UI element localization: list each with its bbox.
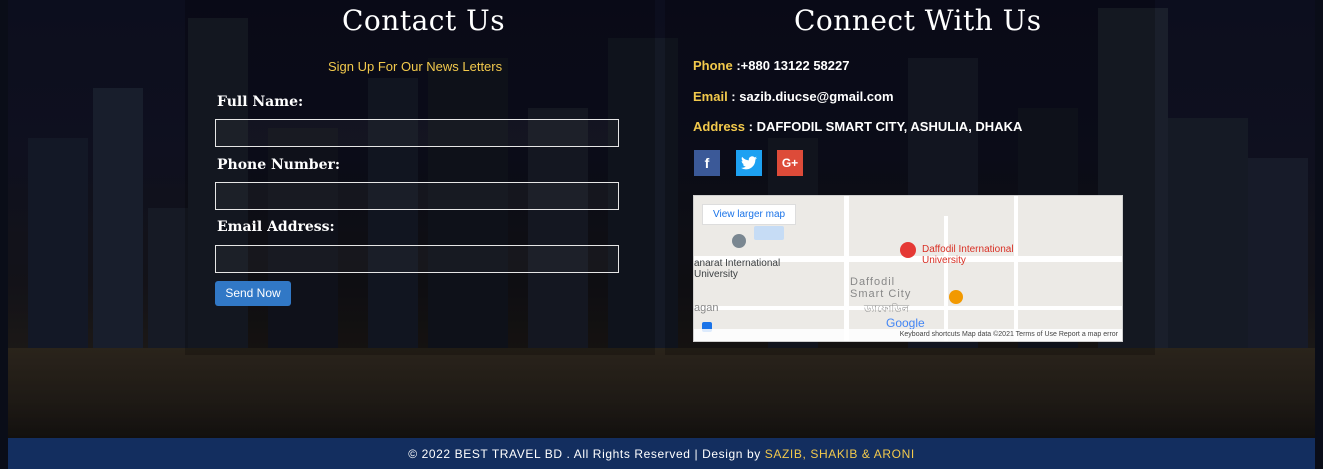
email-line: Email : sazib.diucse@gmail.com [693, 89, 894, 104]
full-name-input[interactable] [215, 119, 619, 147]
page: Contact Us Sign Up For Our News Letters … [0, 0, 1323, 469]
restaurant-icon [949, 290, 963, 304]
google-logo: Google [886, 316, 925, 330]
map-road [1014, 196, 1018, 341]
email-address-input[interactable] [215, 245, 619, 273]
map-road [944, 216, 948, 341]
connect-title: Connect With Us [794, 4, 1042, 37]
facebook-icon[interactable]: f [694, 150, 720, 176]
full-name-label: Full Name: [217, 94, 304, 110]
send-now-button[interactable]: Send Now [215, 281, 291, 306]
map-place-label: Daffodil International University [922, 244, 1014, 266]
address-line: Address : DAFFODIL SMART CITY, ASHULIA, … [693, 119, 1022, 134]
map-left-place: anarat International University [694, 258, 781, 280]
phone-number-label: Phone Number: [217, 157, 341, 173]
email-key: Email [693, 89, 728, 104]
email-value[interactable]: : sazib.diucse@gmail.com [728, 89, 893, 104]
map-road [844, 196, 849, 341]
google-plus-icon[interactable]: G+ [777, 150, 803, 176]
email-address-label: Email Address: [217, 219, 335, 235]
view-larger-map-link[interactable]: View larger map [702, 204, 797, 225]
site-footer: © 2022 BEST TRAVEL BD . All Rights Reser… [8, 438, 1315, 469]
phone-key: Phone [693, 58, 733, 73]
map-area [754, 226, 784, 240]
map-area-label: Daffodil Smart City [850, 276, 912, 300]
map-footer: Keyboard shortcuts Map data ©2021 Terms … [694, 329, 1122, 341]
footer-authors: SAZIB, SHAKIB & ARONI [764, 447, 915, 461]
address-value: : DAFFODIL SMART CITY, ASHULIA, DHAKA [745, 119, 1023, 134]
embedded-map[interactable]: View larger map anarat International Uni… [693, 195, 1123, 342]
phone-value: :+880 13122 58227 [732, 58, 850, 73]
map-pin-icon [732, 234, 746, 248]
location-marker-icon [900, 242, 916, 258]
twitter-bird-icon [741, 156, 757, 170]
twitter-icon[interactable] [736, 150, 762, 176]
newsletter-subtitle: Sign Up For Our News Letters [328, 59, 503, 74]
phone-number-input[interactable] [215, 182, 619, 210]
footer-copyright: © 2022 BEST TRAVEL BD . All Rights Reser… [408, 447, 765, 461]
contact-title: Contact Us [342, 4, 506, 37]
map-left-text: agan [694, 302, 719, 314]
address-key: Address [693, 119, 746, 134]
phone-line: Phone :+880 13122 58227 [693, 58, 849, 73]
